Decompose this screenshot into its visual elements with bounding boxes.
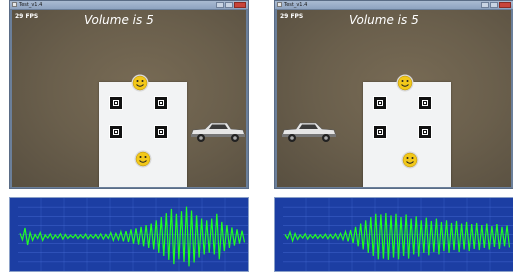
pickup-truck-icon <box>280 116 340 146</box>
close-button[interactable] <box>499 2 511 8</box>
smiley-face-icon <box>401 151 419 169</box>
app-icon <box>12 2 17 7</box>
fiducial-marker-icon <box>154 96 168 110</box>
smiley-face-icon <box>131 74 149 92</box>
fiducial-marker-icon <box>373 125 387 139</box>
waveform-graph <box>283 198 513 271</box>
maximize-button[interactable] <box>225 2 233 8</box>
waveform-line <box>19 206 246 267</box>
fiducial-marker-icon <box>154 125 168 139</box>
maximize-button[interactable] <box>490 2 498 8</box>
volume-readout: Volume is 5 <box>349 13 419 27</box>
window-title: Test_v1.4 <box>19 2 43 8</box>
left-camera-window: Test_v1.4 29 FPS Volume is 5 <box>9 0 249 189</box>
fiducial-marker-icon <box>418 125 432 139</box>
title-bar[interactable]: Test_v1.4 <box>10 1 248 9</box>
marker-sheet <box>363 82 451 187</box>
app-icon <box>277 2 282 7</box>
waveform-graph <box>18 198 248 271</box>
camera-view: 29 FPS Volume is 5 <box>12 10 246 187</box>
audio-waveform-plot-right <box>274 197 513 272</box>
marker-sheet <box>99 82 187 187</box>
fiducial-marker-icon <box>109 125 123 139</box>
camera-view: 29 FPS Volume is 5 <box>277 10 511 187</box>
fps-counter: 29 FPS <box>280 13 304 20</box>
close-button[interactable] <box>234 2 246 8</box>
right-camera-window: Test_v1.4 29 FPS Volume is 5 <box>274 0 513 189</box>
fiducial-marker-icon <box>109 96 123 110</box>
pickup-truck-icon <box>187 116 246 146</box>
minimize-button[interactable] <box>216 2 224 8</box>
fiducial-marker-icon <box>418 96 432 110</box>
window-title: Test_v1.4 <box>284 2 308 8</box>
audio-waveform-plot-left <box>9 197 249 272</box>
smiley-face-icon <box>396 74 414 92</box>
title-bar[interactable]: Test_v1.4 <box>275 1 513 9</box>
minimize-button[interactable] <box>481 2 489 8</box>
volume-readout: Volume is 5 <box>84 13 154 27</box>
fiducial-marker-icon <box>373 96 387 110</box>
fps-counter: 29 FPS <box>15 13 39 20</box>
smiley-face-icon <box>134 150 152 168</box>
